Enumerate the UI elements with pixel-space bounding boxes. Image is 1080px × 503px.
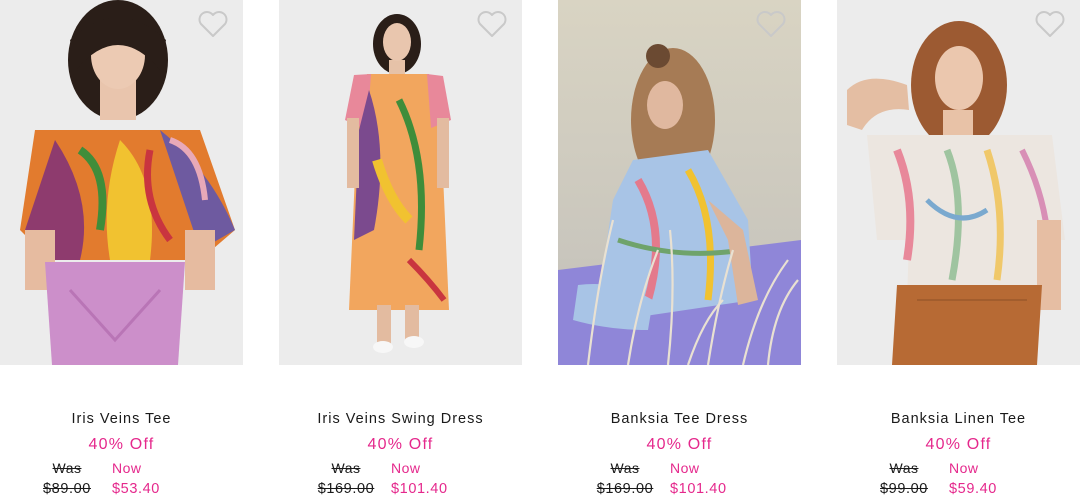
sale-price: $101.40 (670, 481, 727, 497)
sale-price: $101.40 (391, 481, 448, 497)
product-card[interactable]: Iris Veins Swing Dress 40% Off Was $169.… (279, 0, 522, 503)
product-image[interactable] (558, 0, 801, 365)
was-label: Was (610, 460, 640, 476)
discount-badge: 40% Off (88, 436, 155, 453)
product-image[interactable] (279, 0, 522, 365)
sale-price: $53.40 (112, 481, 160, 497)
original-price: $99.00 (880, 481, 928, 497)
product-card[interactable]: Banksia Linen Tee 40% Off Was $99.00 Now… (837, 0, 1080, 503)
now-label: Now (670, 460, 700, 476)
product-card[interactable]: Banksia Tee Dress 40% Off Was $169.00 No… (558, 0, 801, 503)
product-name[interactable]: Iris Veins Swing Dress (261, 408, 540, 430)
product-name[interactable]: Iris Veins Tee (0, 408, 261, 430)
product-name[interactable]: Banksia Linen Tee (819, 408, 1080, 430)
favorite-heart-icon[interactable] (1034, 10, 1066, 38)
product-image[interactable] (0, 0, 243, 365)
original-price: $89.00 (43, 481, 91, 497)
favorite-heart-icon[interactable] (197, 10, 229, 38)
product-name[interactable]: Banksia Tee Dress (540, 408, 819, 430)
was-label: Was (331, 460, 361, 476)
product-image[interactable] (837, 0, 1080, 365)
favorite-heart-icon[interactable] (755, 10, 787, 38)
favorite-heart-icon[interactable] (476, 10, 508, 38)
now-label: Now (112, 460, 142, 476)
now-label: Now (949, 460, 979, 476)
was-label: Was (889, 460, 919, 476)
original-price: $169.00 (596, 481, 654, 497)
sale-price: $59.40 (949, 481, 997, 497)
discount-badge: 40% Off (925, 436, 992, 453)
now-label: Now (391, 460, 421, 476)
product-card[interactable]: Iris Veins Tee 40% Off Was $89.00 Now $5… (0, 0, 243, 503)
discount-badge: 40% Off (646, 436, 713, 453)
was-label: Was (52, 460, 82, 476)
discount-badge: 40% Off (367, 436, 434, 453)
original-price: $169.00 (317, 481, 375, 497)
